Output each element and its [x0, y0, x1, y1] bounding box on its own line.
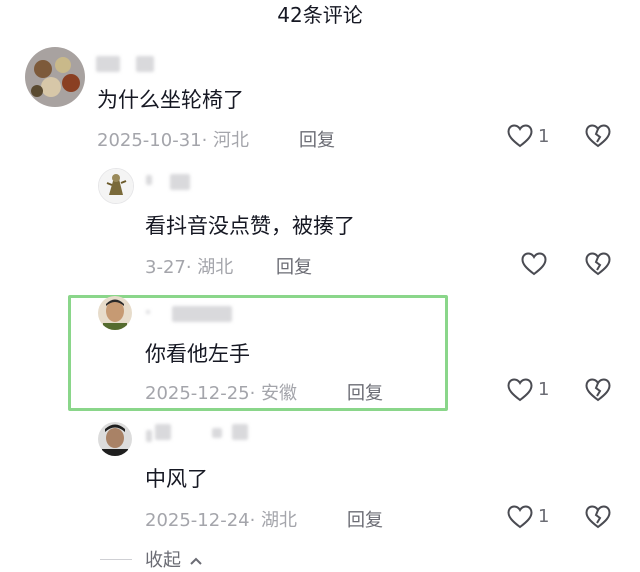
reply-button[interactable]: 回复: [276, 253, 312, 279]
comment-text: 你看他左手: [145, 342, 250, 366]
username-blurred: [96, 56, 120, 72]
like-count: 1: [538, 506, 550, 527]
avatar[interactable]: [25, 47, 85, 107]
heart-icon: [507, 378, 533, 402]
reply-button[interactable]: 回复: [347, 506, 383, 532]
broken-heart-icon: [585, 505, 611, 529]
like-count: 1: [538, 379, 550, 400]
broken-heart-icon: [585, 252, 611, 276]
username-blurred: [232, 424, 248, 440]
username-blurred: [172, 306, 232, 322]
username-blurred: [212, 428, 222, 438]
heart-icon: [507, 505, 533, 529]
chevron-up-icon: [190, 557, 202, 565]
comment-date-location: 2025-12-24· 湖北: [145, 510, 298, 531]
avatar[interactable]: [98, 168, 134, 204]
comment-text: 中风了: [145, 467, 208, 491]
reply-button[interactable]: 回复: [347, 379, 383, 405]
broken-heart-icon: [585, 124, 611, 148]
like-button[interactable]: [521, 252, 547, 276]
dislike-button[interactable]: [585, 123, 611, 149]
dislike-button[interactable]: [585, 251, 611, 277]
username-blurred: [170, 174, 190, 190]
comments-count-title: 42条评论: [277, 3, 363, 27]
person-photo-avatar-icon: [98, 422, 132, 456]
cartoon-figure-avatar-icon: [99, 169, 133, 203]
like-button[interactable]: [507, 378, 533, 402]
comment-text: 为什么坐轮椅了: [97, 88, 244, 112]
reply-button[interactable]: 回复: [299, 126, 335, 152]
username-blurred: [146, 430, 152, 442]
heart-icon: [521, 252, 547, 276]
like-button[interactable]: [507, 124, 533, 148]
username-blurred: [136, 56, 154, 72]
broken-heart-icon: [585, 378, 611, 402]
dislike-button[interactable]: [585, 504, 611, 530]
collapse-divider: [100, 559, 132, 560]
like-count: 1: [538, 126, 550, 147]
like-button[interactable]: [507, 505, 533, 529]
avatar[interactable]: [98, 296, 132, 330]
heart-icon: [507, 124, 533, 148]
person-photo-avatar-icon: [98, 296, 132, 330]
username-blurred: [146, 175, 152, 185]
comment-text: 看抖音没点赞，被揍了: [145, 214, 355, 238]
username-blurred: [155, 424, 171, 440]
avatar[interactable]: [98, 422, 132, 456]
food-photo-avatar-icon: [25, 47, 85, 107]
comment-date-location: 3-27· 湖北: [145, 257, 234, 278]
dislike-button[interactable]: [585, 377, 611, 403]
comment-date-location: 2025-10-31· 河北: [97, 130, 250, 151]
collapse-replies-button[interactable]: 收起: [145, 546, 203, 572]
username-blurred: [146, 310, 150, 314]
comment-date-location: 2025-12-25· 安徽: [145, 383, 298, 404]
